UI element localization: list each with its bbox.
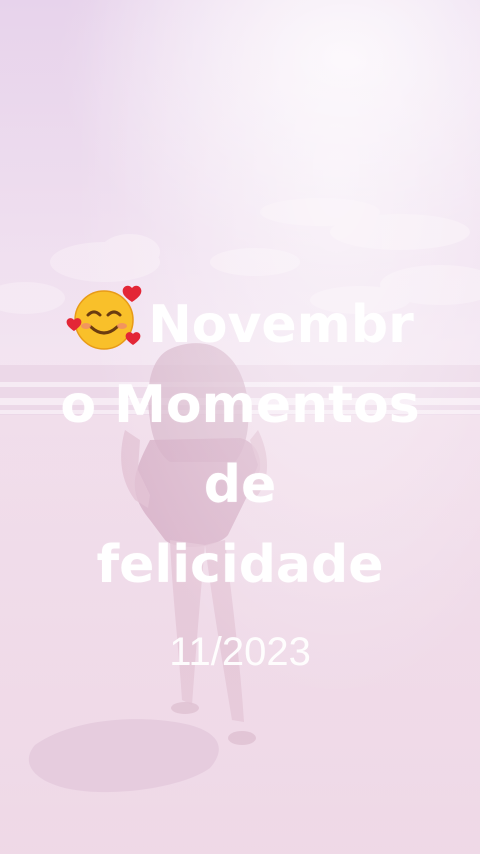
caption-line-3: de — [203, 455, 277, 515]
story-caption: Novembr o Momentos de felicidade — [0, 282, 480, 605]
caption-line-1: Novembr — [0, 282, 480, 365]
date-label: 11/2023 — [169, 630, 311, 674]
caption-line-4: felicidade — [96, 535, 384, 595]
story-background: Novembr o Momentos de felicidade 11/2023 — [0, 0, 480, 854]
caption-text-1: Novembr — [148, 295, 414, 355]
smiling-face-with-hearts-icon — [66, 285, 142, 350]
caption-line-2: o Momentos — [60, 375, 420, 435]
